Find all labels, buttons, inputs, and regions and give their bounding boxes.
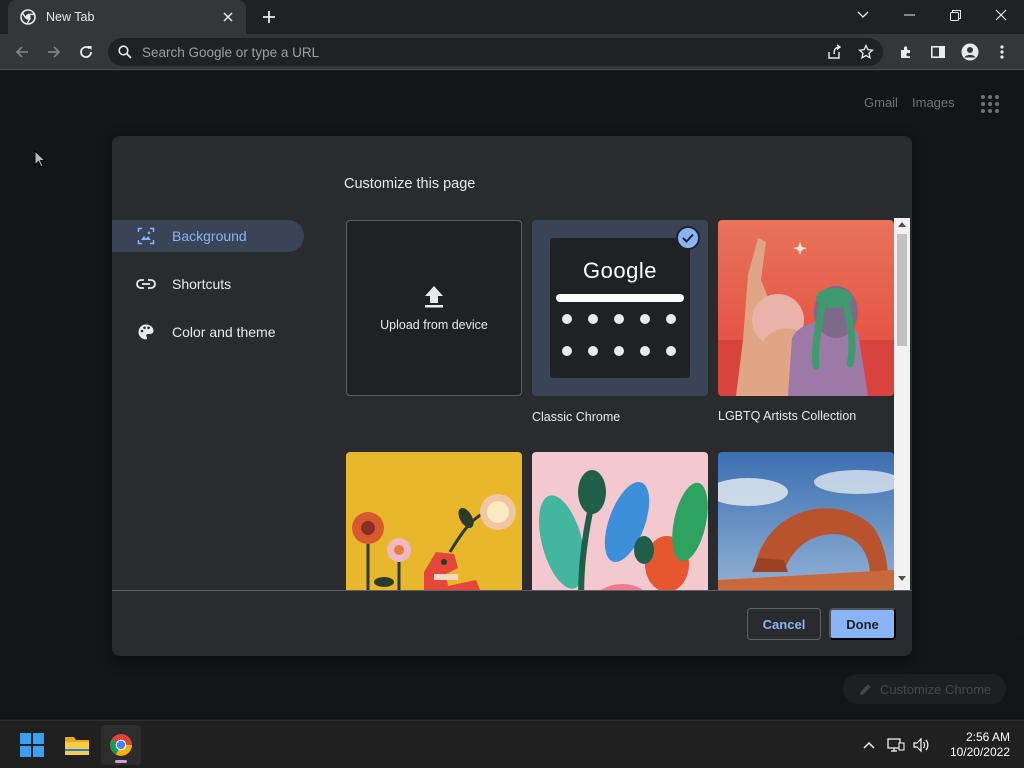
lgbtq-artists-collection-label: LGBTQ Artists Collection [718, 409, 857, 423]
preview-search-bar [556, 294, 684, 302]
side-panel-icon[interactable] [926, 40, 950, 64]
active-app-indicator [115, 760, 127, 763]
new-tab-button[interactable] [258, 6, 280, 28]
omnibox-placeholder: Search Google or type a URL [142, 45, 320, 60]
file-explorer-button[interactable] [57, 725, 97, 765]
lgbtq-artists-collection-tile[interactable] [718, 220, 894, 396]
network-icon[interactable] [887, 736, 905, 754]
chrome-icon [20, 9, 36, 25]
preview-shortcut-dots [562, 314, 682, 356]
palette-icon [136, 322, 156, 342]
volume-icon[interactable] [912, 736, 930, 754]
tab-title: New Tab [46, 10, 95, 24]
search-icon [118, 45, 132, 59]
tab-new-tab[interactable]: New Tab [8, 0, 246, 34]
chrome-logo-icon [110, 734, 132, 756]
done-button[interactable]: Done [829, 608, 896, 640]
floral-artwork-image [346, 452, 522, 590]
folder-icon [65, 737, 89, 755]
omnibox[interactable]: Search Google or type a URL [108, 38, 883, 66]
upload-label: Upload from device [380, 318, 488, 332]
link-icon [136, 274, 156, 294]
classic-chrome-label: Classic Chrome [532, 410, 621, 424]
tray-overflow-chevron-icon[interactable] [860, 736, 878, 754]
clock-time: 2:56 AM [965, 730, 1010, 744]
forward-button[interactable] [42, 40, 66, 64]
dialog-divider [112, 590, 912, 591]
scroll-up-arrow-icon[interactable] [898, 221, 906, 227]
windows-logo-icon [20, 733, 44, 757]
selected-check-icon [676, 226, 700, 250]
landscape-arch-tile[interactable] [718, 452, 894, 590]
windows-taskbar: 2:56 AM 10/20/2022 [0, 720, 1024, 768]
start-button[interactable] [12, 725, 52, 765]
profile-avatar-icon[interactable] [958, 40, 982, 64]
browser-toolbar: Search Google or type a URL [0, 34, 1024, 70]
nav-item-label: Color and theme [172, 324, 276, 340]
cancel-button[interactable]: Cancel [747, 608, 821, 640]
share-icon[interactable] [826, 44, 842, 60]
close-window-button[interactable] [987, 3, 1015, 27]
chrome-taskbar-button[interactable] [101, 725, 141, 765]
system-clock[interactable]: 2:56 AM 10/20/2022 [940, 730, 1010, 760]
google-logo-text: Google [583, 258, 657, 283]
extensions-icon[interactable] [894, 40, 918, 64]
image-icon [136, 226, 156, 246]
upload-icon [425, 286, 443, 308]
tab-strip: New Tab [0, 0, 1024, 34]
nav-item-background[interactable]: Background [112, 220, 304, 252]
minimize-button[interactable] [895, 3, 923, 27]
botanical-artwork-image [532, 452, 708, 590]
dialog-title: Customize this page [344, 176, 476, 192]
back-button[interactable] [10, 40, 34, 64]
nav-item-color-and-theme[interactable]: Color and theme [112, 316, 312, 348]
bookmark-star-icon[interactable] [858, 44, 874, 60]
scrollbar-thumb[interactable] [897, 234, 907, 346]
background-tiles: Upload from device Google Classic Chrome [346, 220, 894, 590]
close-tab-icon[interactable] [220, 9, 236, 25]
tiles-scrollbar[interactable] [894, 218, 910, 590]
restore-button[interactable] [941, 3, 969, 27]
classic-chrome-tile[interactable]: Google [532, 220, 708, 396]
classic-chrome-preview: Google [550, 238, 690, 378]
scroll-down-arrow-icon[interactable] [898, 576, 906, 582]
arch-landscape-image [718, 452, 894, 590]
nav-item-label: Shortcuts [172, 276, 232, 292]
botanical-art-tile[interactable] [532, 452, 708, 590]
menu-kebab-icon[interactable] [990, 40, 1014, 64]
tab-search-icon[interactable] [849, 3, 877, 27]
reload-button[interactable] [74, 40, 98, 64]
floral-art-tile[interactable] [346, 452, 522, 590]
clock-date: 10/20/2022 [949, 745, 1010, 759]
nav-item-label: Background [172, 228, 247, 244]
dialog-side-nav: Background Shortcuts Color and theme [112, 220, 312, 364]
upload-from-device-tile[interactable]: Upload from device [346, 220, 522, 396]
customize-dialog: Customize this page Background Shortcuts… [112, 136, 912, 656]
lgbtq-artwork-image [718, 220, 894, 396]
nav-item-shortcuts[interactable]: Shortcuts [112, 268, 312, 300]
